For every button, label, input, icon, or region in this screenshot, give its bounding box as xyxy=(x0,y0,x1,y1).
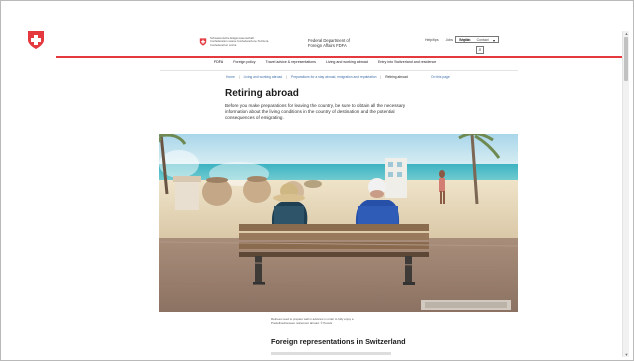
breadcrumb-home[interactable]: Home xyxy=(226,75,235,79)
department-name[interactable]: Federal Department of Foreign Affairs FD… xyxy=(308,38,363,48)
breadcrumb-living-abroad[interactable]: Living and working abroad xyxy=(244,75,283,79)
vertical-scrollbar[interactable]: ▲ ▼ xyxy=(622,31,629,357)
breadcrumb-preparations[interactable]: Preparations for a stay abroad, emigrati… xyxy=(291,75,376,79)
nav-item-entry-switzerland[interactable]: Entry into Switzerland and residence xyxy=(378,60,436,64)
nav-item-travel-advice[interactable]: Travel advice & representations xyxy=(266,60,316,64)
scroll-thumb[interactable] xyxy=(624,37,628,81)
page-title: Retiring abroad xyxy=(225,88,299,99)
header-divider xyxy=(56,56,622,58)
swiss-coat-of-arms-icon[interactable] xyxy=(199,38,207,46)
main-navigation: FDFA Foreign policy Travel advice & repr… xyxy=(214,60,436,64)
beach-bench-photo xyxy=(159,134,518,312)
photo-caption: Retirees need to prepare well in advance… xyxy=(271,317,354,325)
lead-text: Before you make preparations for leaving… xyxy=(225,103,406,120)
nav-item-foreign-policy[interactable]: Foreign policy xyxy=(233,60,255,64)
breadcrumb-separator: | xyxy=(380,75,382,79)
search-button[interactable]: ⌕ xyxy=(476,46,484,54)
nav-divider xyxy=(160,70,518,71)
nav-item-living-working-abroad[interactable]: Living and working abroad xyxy=(326,60,368,64)
breadcrumb-separator: | xyxy=(286,75,288,79)
search-icon: ⌕ xyxy=(478,47,482,53)
scroll-up-icon[interactable]: ▲ xyxy=(624,31,629,36)
site-header: Schweizerische Eidgenossenschaft Confédé… xyxy=(56,31,622,55)
breadcrumb-current: Retiring abroad xyxy=(385,75,408,79)
confederation-name: Schweizerische Eidgenossenschaft Confédé… xyxy=(210,36,269,47)
swiss-shield-icon xyxy=(26,30,46,50)
util-link-help[interactable]: Help/tips xyxy=(425,38,439,42)
on-this-page-link[interactable]: On this page xyxy=(431,75,450,79)
section-title: Foreign representations in Switzerland xyxy=(271,337,406,346)
nav-item-fdfa[interactable]: FDFA xyxy=(214,60,223,64)
scroll-down-icon[interactable]: ▼ xyxy=(624,352,629,357)
util-link-jobs[interactable]: Jobs xyxy=(446,38,453,42)
breadcrumb-separator: | xyxy=(238,75,240,79)
language-select[interactable]: English xyxy=(455,36,499,44)
breadcrumb: Home | Living and working abroad | Prepa… xyxy=(226,75,408,79)
section-text-placeholder xyxy=(271,352,391,355)
